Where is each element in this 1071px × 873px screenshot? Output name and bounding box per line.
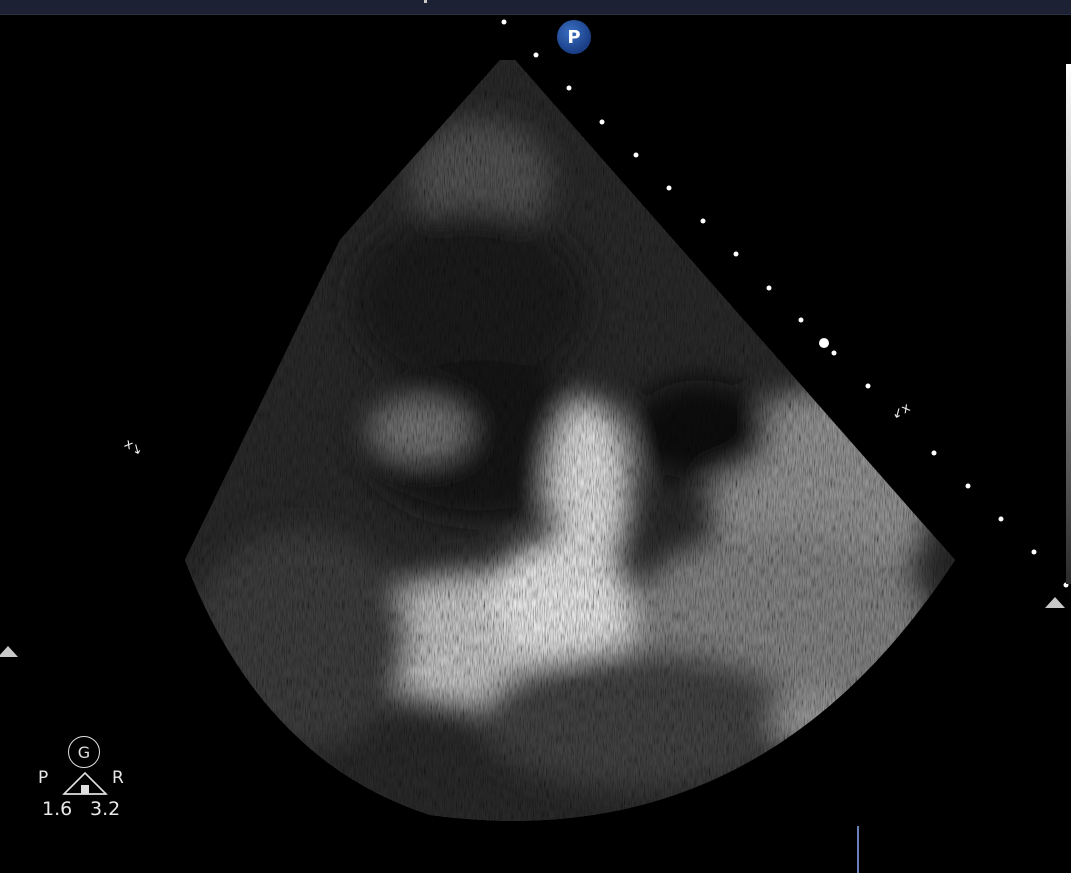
probe-house-icon bbox=[62, 771, 108, 795]
focus-triangle-left-icon bbox=[0, 646, 18, 657]
depth-scale-bar bbox=[1066, 64, 1071, 584]
gain-mark: G bbox=[77, 742, 91, 762]
timeline-marker bbox=[857, 826, 859, 873]
probe-badge-label: P bbox=[567, 26, 581, 48]
orientation-readout: G P R 1.6 3.2 bbox=[36, 736, 136, 826]
readout-value-left: 1.6 bbox=[42, 798, 73, 820]
gain-icon: G bbox=[68, 736, 100, 768]
probe-p-badge-icon: P bbox=[557, 20, 591, 54]
orientation-left-label: P bbox=[38, 768, 49, 788]
focus-triangle-right-icon bbox=[1045, 597, 1065, 608]
sector-content bbox=[185, 60, 955, 821]
readout-value-right: 3.2 bbox=[90, 798, 121, 820]
orientation-right-label: R bbox=[112, 768, 124, 788]
ultrasound-sector-image bbox=[185, 19, 1069, 821]
